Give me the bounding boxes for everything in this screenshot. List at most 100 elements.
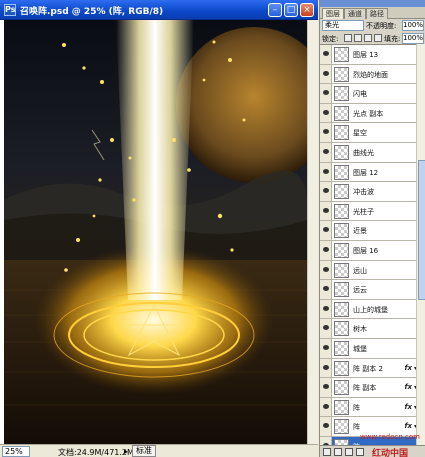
layer-row[interactable]: 阵fx▾	[320, 397, 416, 418]
canvas-vertical-scrollbar[interactable]	[307, 20, 318, 444]
visibility-eye-icon[interactable]	[320, 436, 332, 445]
visibility-eye-icon[interactable]	[320, 417, 332, 436]
visibility-eye-icon[interactable]	[320, 182, 332, 201]
layer-name: 曲线光	[353, 148, 374, 157]
standard-screen-mode-button[interactable]: 标准	[132, 445, 156, 457]
layer-row[interactable]: 阵 副本fx▾	[320, 378, 416, 398]
blend-opacity-row: 柔光 不透明度: 100%	[320, 19, 425, 31]
fill-field[interactable]: 100%	[402, 33, 424, 44]
fill-label: 填充:	[384, 35, 401, 43]
visibility-eye-icon[interactable]	[320, 260, 332, 280]
visibility-eye-icon[interactable]	[320, 64, 332, 84]
layer-thumbnail	[334, 380, 349, 396]
document-titlebar[interactable]: Ps 召唤阵.psd @ 25% (阵, RGB/8) – □ ×	[0, 0, 318, 20]
panel-drag-bar[interactable]	[320, 0, 425, 7]
image-canvas[interactable]	[4, 20, 307, 444]
layer-row[interactable]: 远云	[320, 280, 416, 300]
layer-row[interactable]: 阵 副本 2fx▾	[320, 358, 416, 379]
document-size-readout: 文档:24.9M/471.2M	[58, 448, 134, 457]
link-layers-icon[interactable]	[323, 448, 331, 456]
zoom-field[interactable]: 25%	[2, 446, 30, 457]
visibility-eye-icon[interactable]	[320, 221, 332, 240]
visibility-eye-icon[interactable]	[320, 397, 332, 417]
new-adjustment-layer-icon[interactable]	[356, 448, 364, 456]
layer-thumbnail	[334, 419, 349, 435]
layer-thumbnail	[334, 125, 349, 141]
layer-name: 山上的城堡	[353, 305, 388, 314]
visibility-eye-icon[interactable]	[320, 45, 332, 64]
maximize-button[interactable]: □	[284, 3, 298, 17]
layer-row[interactable]: 图层 16	[320, 240, 416, 261]
document-window: Ps 召唤阵.psd @ 25% (阵, RGB/8) – □ × 25% 文档…	[0, 0, 318, 457]
layer-row[interactable]: 星空	[320, 123, 416, 143]
layer-effects-icon[interactable]: fx	[404, 364, 412, 372]
close-button[interactable]: ×	[300, 3, 314, 17]
lock-brush-icon[interactable]	[354, 34, 362, 42]
layer-row[interactable]: 光柱子	[320, 201, 416, 222]
lock-transparency-icon[interactable]	[344, 34, 352, 42]
opacity-label: 不透明度:	[366, 22, 397, 30]
add-mask-icon[interactable]	[345, 448, 353, 456]
layer-row[interactable]: 山上的城堡	[320, 299, 416, 320]
layers-scroll-thumb[interactable]	[418, 160, 425, 300]
visibility-eye-icon[interactable]	[320, 280, 332, 299]
layer-effects-icon[interactable]: fx	[404, 383, 412, 391]
layer-row[interactable]: 图层 12	[320, 162, 416, 183]
layer-row[interactable]: 近景	[320, 221, 416, 241]
visibility-eye-icon[interactable]	[320, 142, 332, 162]
layer-name: 阵	[353, 403, 360, 412]
layer-thumbnail	[334, 86, 349, 102]
visibility-eye-icon[interactable]	[320, 240, 332, 260]
layer-thumbnail	[334, 66, 349, 82]
layer-name: 闪电	[353, 90, 367, 99]
layer-thumbnail	[334, 360, 349, 376]
visibility-eye-icon[interactable]	[320, 378, 332, 397]
minimize-button[interactable]: –	[268, 3, 282, 17]
layer-effects-icon[interactable]: fx	[404, 422, 412, 430]
layer-thumbnail	[334, 301, 349, 317]
add-style-icon[interactable]	[334, 448, 342, 456]
visibility-eye-icon[interactable]	[320, 299, 332, 319]
tab-paths[interactable]: 路径	[366, 8, 388, 19]
layer-name: 阵 副本 2	[353, 364, 383, 373]
layer-list: 图层 13 烈焰的地面闪电光点 副本星空曲线光图层 12 冲击波 光柱子 近景图层 16…	[320, 44, 416, 445]
layers-panel-footer: 红动中国	[320, 445, 425, 457]
layer-row[interactable]: 曲线光	[320, 142, 416, 163]
layer-row[interactable]: 图层 13	[320, 45, 416, 65]
layer-name: 烈焰的地面	[353, 70, 388, 79]
visibility-eye-icon[interactable]	[320, 162, 332, 182]
visibility-eye-icon[interactable]	[320, 319, 332, 338]
lock-move-icon[interactable]	[364, 34, 372, 42]
visibility-eye-icon[interactable]	[320, 338, 332, 358]
visibility-eye-icon[interactable]	[320, 201, 332, 221]
layer-name: 图层 16	[353, 246, 379, 255]
layer-row[interactable]: 城堡	[320, 338, 416, 359]
layer-row[interactable]: 光点 副本	[320, 103, 416, 124]
tab-layers[interactable]: 图层	[322, 8, 344, 19]
layer-thumbnail	[334, 340, 349, 356]
layer-name: 远山	[353, 266, 367, 275]
opacity-field[interactable]: 100%	[402, 20, 424, 31]
layer-thumbnail	[334, 223, 349, 239]
visibility-eye-icon[interactable]	[320, 358, 332, 378]
visibility-eye-icon[interactable]	[320, 84, 332, 103]
summoning-circle-artwork	[4, 20, 307, 444]
layer-thumbnail	[334, 282, 349, 298]
visibility-eye-icon[interactable]	[320, 103, 332, 123]
layer-row[interactable]: 远山	[320, 260, 416, 281]
layer-thumbnail	[334, 242, 349, 258]
layer-row[interactable]: 树木	[320, 319, 416, 339]
lock-all-icon[interactable]	[374, 34, 382, 42]
layer-name: 星空	[353, 129, 367, 138]
blend-mode-select[interactable]: 柔光	[322, 20, 364, 31]
layer-row[interactable]: 冲击波	[320, 182, 416, 202]
tab-channels[interactable]: 通道	[344, 8, 366, 19]
status-menu-arrow-icon[interactable]: ▸	[124, 447, 128, 456]
layer-thumbnail	[334, 105, 349, 121]
layers-scrollbar[interactable]	[416, 44, 425, 445]
layer-row[interactable]: 烈焰的地面	[320, 64, 416, 85]
visibility-eye-icon[interactable]	[320, 123, 332, 142]
lock-fill-row: 锁定: 填充: 100%	[320, 32, 425, 44]
layer-effects-icon[interactable]: fx	[404, 403, 412, 411]
layer-row[interactable]: 闪电	[320, 84, 416, 104]
